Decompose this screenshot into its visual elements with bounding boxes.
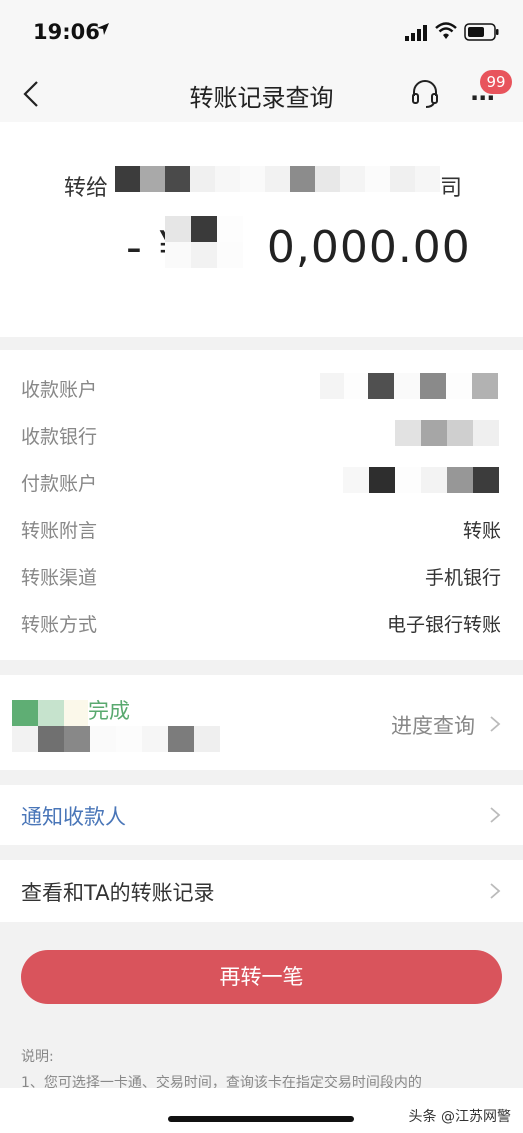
amount-suffix: 0,000.00: [266, 222, 471, 273]
battery-icon: [464, 23, 499, 41]
progress-detail-mosaic: [12, 726, 220, 752]
wifi-icon: [435, 22, 457, 39]
nav-bar: 转账记录查询 ··· 99: [0, 64, 523, 122]
notify-payee-label: 通知收款人: [21, 805, 126, 829]
detail-value: 电子银行转账: [386, 614, 501, 636]
payee-suffix: 司: [440, 176, 463, 201]
signal-icon: [405, 25, 427, 41]
transfer-again-button[interactable]: 再转一笔: [21, 950, 502, 1004]
detail-value: 转账: [462, 520, 501, 542]
progress-query-link[interactable]: 进度查询: [391, 710, 475, 740]
progress-section[interactable]: 完成 进度查询: [0, 675, 523, 770]
transfer-details: 收款账户 收款银行 付款账户 转账附言 转账 转账渠道 手机银行 转账方式 电子…: [0, 350, 523, 660]
chevron-right-icon: [490, 716, 501, 732]
chevron-right-icon: [490, 883, 501, 899]
detail-row-payee-account: 收款账户: [0, 367, 523, 407]
detail-row-method: 转账方式 电子银行转账: [0, 602, 523, 642]
detail-row-memo: 转账附言 转账: [0, 508, 523, 548]
page-title: 转账记录查询: [189, 84, 334, 112]
amount-mosaic: [165, 216, 243, 268]
payee-account-mosaic: [320, 373, 498, 399]
detail-label: 转账渠道: [21, 567, 98, 589]
detail-label: 付款账户: [21, 473, 98, 495]
transfer-history-label: 查看和TA的转账记录: [21, 881, 215, 905]
detail-label: 转账方式: [21, 614, 98, 636]
progress-status-mosaic: [12, 700, 88, 726]
detail-row-payer-account: 付款账户: [0, 461, 523, 501]
payee-prefix: 转给: [64, 176, 109, 201]
watermark: 头条 @江苏网警: [408, 1109, 511, 1125]
payer-account-mosaic: [343, 467, 499, 493]
payee-name-mosaic: [115, 166, 445, 192]
home-indicator-area: 头条 @江苏网警: [0, 1088, 523, 1133]
detail-label: 收款银行: [21, 426, 98, 448]
transfer-summary: 转给 司 - ¥0,000.00: [0, 122, 523, 337]
detail-value: 手机银行: [424, 567, 501, 589]
detail-row-channel: 转账渠道 手机银行: [0, 555, 523, 595]
home-indicator[interactable]: [168, 1116, 354, 1122]
chevron-right-icon: [490, 807, 501, 823]
progress-status: 完成: [88, 699, 130, 723]
note-title: 说明:: [21, 1049, 54, 1065]
detail-label: 转账附言: [21, 520, 98, 542]
status-bar: 19:06: [0, 0, 523, 64]
detail-label: 收款账户: [21, 379, 98, 401]
status-time: 19:06: [33, 20, 100, 44]
notify-payee-row[interactable]: 通知收款人: [0, 785, 523, 845]
transfer-history-row[interactable]: 查看和TA的转账记录: [0, 860, 523, 922]
message-badge: 99: [480, 70, 512, 94]
location-arrow-icon: [97, 23, 109, 35]
payee-bank-mosaic: [395, 420, 499, 446]
detail-row-payee-bank: 收款银行: [0, 414, 523, 454]
customer-service-headset-icon[interactable]: [410, 78, 440, 108]
